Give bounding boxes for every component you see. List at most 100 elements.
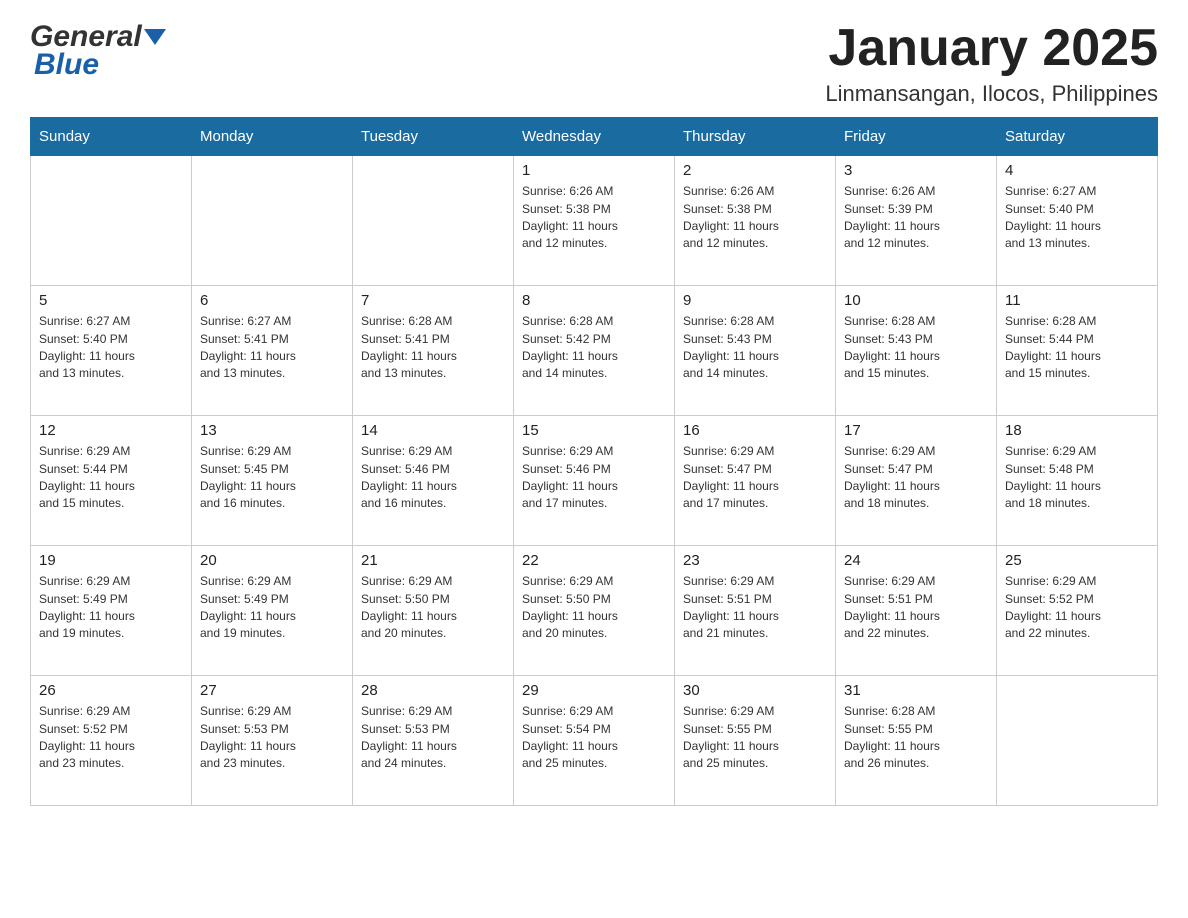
title-section: January 2025 Linmansangan, Ilocos, Phili… xyxy=(825,20,1158,107)
calendar-cell: 26 Sunrise: 6:29 AMSunset: 5:52 PMDayligh… xyxy=(31,676,192,806)
day-info: Sunrise: 6:29 AMSunset: 5:47 PMDaylight:… xyxy=(844,443,988,513)
day-info: Sunrise: 6:28 AMSunset: 5:55 PMDaylight:… xyxy=(844,703,988,773)
calendar-cell: 9 Sunrise: 6:28 AMSunset: 5:43 PMDaylight… xyxy=(675,286,836,416)
day-number: 27 xyxy=(200,682,344,699)
calendar-week-row: 1 Sunrise: 6:26 AMSunset: 5:38 PMDaylight… xyxy=(31,156,1158,286)
day-info: Sunrise: 6:29 AMSunset: 5:49 PMDaylight:… xyxy=(200,573,344,643)
day-info: Sunrise: 6:28 AMSunset: 5:44 PMDaylight:… xyxy=(1005,313,1149,383)
calendar-body: 1 Sunrise: 6:26 AMSunset: 5:38 PMDaylight… xyxy=(31,156,1158,806)
calendar-cell: 13 Sunrise: 6:29 AMSunset: 5:45 PMDayligh… xyxy=(192,416,353,546)
calendar-cell xyxy=(997,676,1158,806)
calendar-cell: 30 Sunrise: 6:29 AMSunset: 5:55 PMDayligh… xyxy=(675,676,836,806)
day-info: Sunrise: 6:29 AMSunset: 5:53 PMDaylight:… xyxy=(361,703,505,773)
day-number: 29 xyxy=(522,682,666,699)
calendar-table: Sunday Monday Tuesday Wednesday Thursday… xyxy=(30,117,1158,806)
day-number: 25 xyxy=(1005,552,1149,569)
calendar-week-row: 19Sunrise: 6:29 AMSunset: 5:49 PMDayligh… xyxy=(31,546,1158,676)
calendar-week-row: 5Sunrise: 6:27 AMSunset: 5:40 PMDaylight… xyxy=(31,286,1158,416)
day-info: Sunrise: 6:28 AMSunset: 5:42 PMDaylight:… xyxy=(522,313,666,383)
col-thursday: Thursday xyxy=(675,118,836,156)
col-saturday: Saturday xyxy=(997,118,1158,156)
day-info: Sunrise: 6:29 AMSunset: 5:46 PMDaylight:… xyxy=(522,443,666,513)
day-number: 9 xyxy=(683,292,827,309)
calendar-cell: 29 Sunrise: 6:29 AMSunset: 5:54 PMDayligh… xyxy=(514,676,675,806)
day-info: Sunrise: 6:29 AMSunset: 5:53 PMDaylight:… xyxy=(200,703,344,773)
calendar-cell: 27 Sunrise: 6:29 AMSunset: 5:53 PMDayligh… xyxy=(192,676,353,806)
day-info: Sunrise: 6:29 AMSunset: 5:49 PMDaylight:… xyxy=(39,573,183,643)
day-info: Sunrise: 6:27 AMSunset: 5:40 PMDaylight:… xyxy=(39,313,183,383)
day-number: 31 xyxy=(844,682,988,699)
day-number: 18 xyxy=(1005,422,1149,439)
calendar-cell: 19Sunrise: 6:29 AMSunset: 5:49 PMDayligh… xyxy=(31,546,192,676)
calendar-cell: 4 Sunrise: 6:27 AMSunset: 5:40 PMDaylight… xyxy=(997,156,1158,286)
day-info: Sunrise: 6:28 AMSunset: 5:43 PMDaylight:… xyxy=(683,313,827,383)
calendar-cell: 21Sunrise: 6:29 AMSunset: 5:50 PMDayligh… xyxy=(353,546,514,676)
logo: General Blue xyxy=(30,20,166,82)
day-info: Sunrise: 6:29 AMSunset: 5:45 PMDaylight:… xyxy=(200,443,344,513)
calendar-cell: 15 Sunrise: 6:29 AMSunset: 5:46 PMDayligh… xyxy=(514,416,675,546)
calendar-cell: 10Sunrise: 6:28 AMSunset: 5:43 PMDayligh… xyxy=(836,286,997,416)
day-number: 12 xyxy=(39,422,183,439)
calendar-cell: 1 Sunrise: 6:26 AMSunset: 5:38 PMDaylight… xyxy=(514,156,675,286)
day-number: 14 xyxy=(361,422,505,439)
day-number: 26 xyxy=(39,682,183,699)
calendar-header-row: Sunday Monday Tuesday Wednesday Thursday… xyxy=(31,118,1158,156)
day-info: Sunrise: 6:28 AMSunset: 5:41 PMDaylight:… xyxy=(361,313,505,383)
day-info: Sunrise: 6:26 AMSunset: 5:38 PMDaylight:… xyxy=(522,183,666,253)
day-number: 1 xyxy=(522,162,666,179)
day-number: 2 xyxy=(683,162,827,179)
day-info: Sunrise: 6:29 AMSunset: 5:48 PMDaylight:… xyxy=(1005,443,1149,513)
calendar-cell: 31 Sunrise: 6:28 AMSunset: 5:55 PMDayligh… xyxy=(836,676,997,806)
col-tuesday: Tuesday xyxy=(353,118,514,156)
calendar-cell: 3Sunrise: 6:26 AMSunset: 5:39 PMDaylight… xyxy=(836,156,997,286)
day-info: Sunrise: 6:29 AMSunset: 5:46 PMDaylight:… xyxy=(361,443,505,513)
day-info: Sunrise: 6:26 AMSunset: 5:38 PMDaylight:… xyxy=(683,183,827,253)
calendar-week-row: 26 Sunrise: 6:29 AMSunset: 5:52 PMDayligh… xyxy=(31,676,1158,806)
day-info: Sunrise: 6:29 AMSunset: 5:52 PMDaylight:… xyxy=(1005,573,1149,643)
col-monday: Monday xyxy=(192,118,353,156)
day-info: Sunrise: 6:27 AMSunset: 5:41 PMDaylight:… xyxy=(200,313,344,383)
calendar-cell: 2 Sunrise: 6:26 AMSunset: 5:38 PMDaylight… xyxy=(675,156,836,286)
day-info: Sunrise: 6:26 AMSunset: 5:39 PMDaylight:… xyxy=(844,183,988,253)
day-number: 22 xyxy=(522,552,666,569)
calendar-week-row: 12 Sunrise: 6:29 AMSunset: 5:44 PMDayligh… xyxy=(31,416,1158,546)
day-info: Sunrise: 6:29 AMSunset: 5:52 PMDaylight:… xyxy=(39,703,183,773)
calendar-cell xyxy=(192,156,353,286)
location-title: Linmansangan, Ilocos, Philippines xyxy=(825,81,1158,107)
calendar-cell: 20 Sunrise: 6:29 AMSunset: 5:49 PMDayligh… xyxy=(192,546,353,676)
calendar-cell: 22Sunrise: 6:29 AMSunset: 5:50 PMDayligh… xyxy=(514,546,675,676)
calendar-cell: 12 Sunrise: 6:29 AMSunset: 5:44 PMDayligh… xyxy=(31,416,192,546)
calendar-cell: 28Sunrise: 6:29 AMSunset: 5:53 PMDayligh… xyxy=(353,676,514,806)
day-number: 6 xyxy=(200,292,344,309)
calendar-cell: 11 Sunrise: 6:28 AMSunset: 5:44 PMDayligh… xyxy=(997,286,1158,416)
calendar-cell: 8Sunrise: 6:28 AMSunset: 5:42 PMDaylight… xyxy=(514,286,675,416)
calendar-cell xyxy=(31,156,192,286)
day-number: 4 xyxy=(1005,162,1149,179)
day-number: 16 xyxy=(683,422,827,439)
day-info: Sunrise: 6:29 AMSunset: 5:47 PMDaylight:… xyxy=(683,443,827,513)
calendar-cell: 25 Sunrise: 6:29 AMSunset: 5:52 PMDayligh… xyxy=(997,546,1158,676)
calendar-cell: 24 Sunrise: 6:29 AMSunset: 5:51 PMDayligh… xyxy=(836,546,997,676)
day-number: 15 xyxy=(522,422,666,439)
calendar-cell: 6 Sunrise: 6:27 AMSunset: 5:41 PMDaylight… xyxy=(192,286,353,416)
col-friday: Friday xyxy=(836,118,997,156)
day-number: 7 xyxy=(361,292,505,309)
logo-blue-text: Blue xyxy=(30,48,99,82)
day-info: Sunrise: 6:29 AMSunset: 5:51 PMDaylight:… xyxy=(844,573,988,643)
day-number: 13 xyxy=(200,422,344,439)
day-number: 17 xyxy=(844,422,988,439)
day-info: Sunrise: 6:27 AMSunset: 5:40 PMDaylight:… xyxy=(1005,183,1149,253)
day-number: 20 xyxy=(200,552,344,569)
day-number: 23 xyxy=(683,552,827,569)
day-info: Sunrise: 6:29 AMSunset: 5:55 PMDaylight:… xyxy=(683,703,827,773)
day-info: Sunrise: 6:29 AMSunset: 5:54 PMDaylight:… xyxy=(522,703,666,773)
day-info: Sunrise: 6:29 AMSunset: 5:50 PMDaylight:… xyxy=(361,573,505,643)
day-number: 11 xyxy=(1005,292,1149,309)
calendar-cell: 17 Sunrise: 6:29 AMSunset: 5:47 PMDayligh… xyxy=(836,416,997,546)
calendar-cell: 7 Sunrise: 6:28 AMSunset: 5:41 PMDaylight… xyxy=(353,286,514,416)
day-number: 30 xyxy=(683,682,827,699)
day-info: Sunrise: 6:29 AMSunset: 5:44 PMDaylight:… xyxy=(39,443,183,513)
day-number: 24 xyxy=(844,552,988,569)
col-sunday: Sunday xyxy=(31,118,192,156)
month-title: January 2025 xyxy=(825,20,1158,77)
